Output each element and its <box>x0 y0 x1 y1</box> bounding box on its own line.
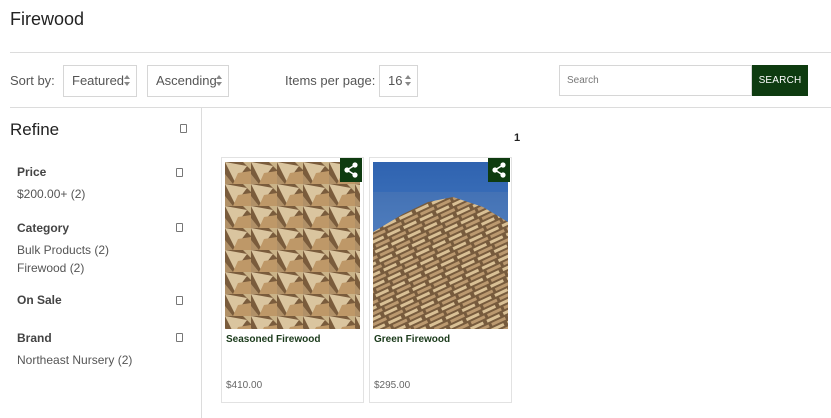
share-button[interactable] <box>488 158 510 182</box>
sort-select[interactable]: Featured <box>63 65 137 97</box>
product-image-seasoned-firewood[interactable] <box>225 162 360 329</box>
facet-category-heading[interactable]: Category <box>17 221 69 235</box>
facet-brand-toggle-icon[interactable] <box>176 333 183 342</box>
page-title: Firewood <box>10 9 85 29</box>
search-input[interactable] <box>559 65 752 96</box>
per-page-label: Items per page: <box>285 73 376 88</box>
sort-label: Sort by: <box>10 73 55 88</box>
facet-onsale-heading[interactable]: On Sale <box>17 293 62 307</box>
product-image-green-firewood[interactable] <box>373 162 508 329</box>
toolbar: Sort by: Featured Ascending Items per pa… <box>0 64 831 98</box>
search-button[interactable]: SEARCH <box>752 65 808 96</box>
product-card[interactable]: Green Firewood $295.00 <box>369 157 512 403</box>
facet-category-value-firewood[interactable]: Firewood (2) <box>17 261 84 275</box>
facet-brand-value[interactable]: Northeast Nursery (2) <box>17 353 132 367</box>
per-page-select[interactable]: 16 <box>379 65 418 97</box>
facet-category-value-bulk[interactable]: Bulk Products (2) <box>17 243 109 257</box>
per-page-value: 16 <box>388 73 403 88</box>
product-price: $410.00 <box>226 380 263 391</box>
product-price: $295.00 <box>374 380 411 391</box>
product-name[interactable]: Green Firewood <box>374 334 450 345</box>
share-button[interactable] <box>340 158 362 182</box>
product-card[interactable]: Seasoned Firewood $410.00 <box>221 157 364 403</box>
facet-price-value[interactable]: $200.00+ (2) <box>17 187 85 201</box>
refine-title: Refine <box>10 120 60 139</box>
updown-arrow-icon <box>405 75 411 87</box>
order-select-value: Ascending <box>156 73 217 88</box>
product-name[interactable]: Seasoned Firewood <box>226 334 320 345</box>
sidebar-divider <box>201 108 202 418</box>
updown-arrow-icon <box>124 75 130 87</box>
facet-onsale-toggle-icon[interactable] <box>176 296 183 305</box>
toolbar-divider <box>10 107 831 108</box>
header-divider <box>10 52 831 53</box>
pagination-current-page[interactable]: 1 <box>514 132 520 144</box>
sort-select-value: Featured <box>72 73 125 88</box>
facet-price-heading[interactable]: Price <box>17 165 46 179</box>
refine-toggle-icon[interactable] <box>180 124 187 133</box>
facet-category-toggle-icon[interactable] <box>176 223 183 232</box>
facet-brand-heading[interactable]: Brand <box>17 331 52 345</box>
share-icon <box>492 162 506 178</box>
updown-arrow-icon <box>216 75 222 87</box>
order-select[interactable]: Ascending <box>147 65 229 97</box>
share-icon <box>344 162 358 178</box>
facet-price-toggle-icon[interactable] <box>176 168 183 177</box>
